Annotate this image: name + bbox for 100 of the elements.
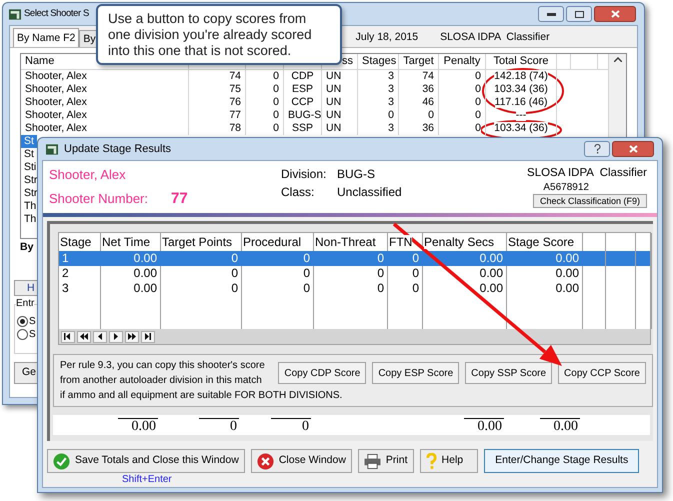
match-name: SLOSA IDPA Classifier xyxy=(440,31,550,44)
help-button[interactable]: Help xyxy=(420,449,478,473)
column-header[interactable]: Name xyxy=(25,55,54,67)
table-cell: 0 xyxy=(231,251,238,265)
radio-button[interactable] xyxy=(17,316,28,327)
save-button[interactable]: Save Totals and Close this Window xyxy=(47,449,245,473)
table-cell: 0.00 xyxy=(480,281,503,295)
callout-text: Use a button to copy scores from one division you're already scored into this one that is not scored. xyxy=(108,11,313,59)
navigation-button[interactable] xyxy=(93,330,107,342)
column-header[interactable]: Stage Score xyxy=(508,235,574,249)
enter-results-button[interactable]: Enter/Change Stage Results xyxy=(484,449,640,473)
table-cell: 74 xyxy=(229,70,241,82)
table-cell: Shooter, Alex xyxy=(25,83,87,95)
scroll-up-icon[interactable] xyxy=(614,57,622,62)
printer-icon xyxy=(364,454,381,468)
last-icon xyxy=(143,332,153,341)
tab[interactable]: By Name F2 xyxy=(13,28,80,47)
column-header[interactable]: Net Time xyxy=(102,235,150,249)
column-header[interactable]: Procedural xyxy=(243,235,302,249)
help-button[interactable] xyxy=(584,141,610,157)
table-cell: 0 xyxy=(412,251,419,265)
member-id: A5678912 xyxy=(543,181,589,194)
table-cell: 0 xyxy=(428,109,434,121)
column-header[interactable]: Total Score xyxy=(493,55,549,67)
copy-note-line: from another autoloader division in this match xyxy=(60,374,262,388)
copy-score-button[interactable]: Copy ESP Score xyxy=(372,362,460,384)
total-value: 0.00 xyxy=(540,418,580,435)
grid-row[interactable]: 3 0.00 0 0 0 0 0.00 0.00 xyxy=(59,281,650,296)
table-cell: 3 xyxy=(388,83,394,95)
table-cell: BUG-S xyxy=(288,109,322,121)
window-title: Update Stage Results xyxy=(64,142,172,157)
check-classification-button[interactable]: Check Classification (F9) xyxy=(532,194,647,208)
print-button[interactable]: Print xyxy=(358,449,414,473)
close-window-button[interactable]: Close Window xyxy=(250,449,352,473)
table-cell: Th xyxy=(24,213,36,225)
table-cell: 0 xyxy=(388,109,394,121)
table-cell: 0 xyxy=(412,266,419,280)
table-cell: 36 xyxy=(422,83,434,95)
table-cell: Str xyxy=(24,187,38,199)
close-button[interactable] xyxy=(612,141,654,157)
column-header[interactable]: Penalty xyxy=(444,55,480,67)
close-icon xyxy=(256,452,274,470)
navigation-button[interactable] xyxy=(141,330,155,342)
radio-button[interactable] xyxy=(17,329,28,340)
column-header[interactable]: FTN xyxy=(389,235,412,249)
table-cell: 0.00 xyxy=(480,266,503,280)
table-cell: SSP xyxy=(292,122,313,134)
table-cell: 78 xyxy=(229,122,241,134)
maximize-icon xyxy=(574,10,584,18)
app-icon xyxy=(46,144,58,154)
table-cell: 117.16 (46) xyxy=(494,96,548,108)
table-cell: 0 xyxy=(475,83,481,95)
copy-score-button[interactable]: Copy CCP Score xyxy=(558,362,646,384)
close-icon xyxy=(610,10,620,18)
column-header[interactable]: Stage xyxy=(60,235,92,249)
column-header[interactable]: Non-Threat xyxy=(315,235,376,249)
double-right-icon xyxy=(127,332,137,341)
table-cell: CCP xyxy=(291,96,314,108)
table-cell: 0 xyxy=(273,96,279,108)
table-cell: 3 xyxy=(388,70,394,82)
shooter-number: 77 xyxy=(171,189,188,209)
navigation-button[interactable] xyxy=(125,330,139,342)
column-header[interactable]: Penalty Secs xyxy=(424,235,494,249)
table-cell: 0 xyxy=(231,281,238,295)
shooter-name: Shooter, Alex xyxy=(49,166,126,183)
table-cell: 0.00 xyxy=(556,266,579,280)
radio-label: S xyxy=(29,328,36,340)
column-header[interactable]: ss xyxy=(342,55,353,67)
button[interactable]: H xyxy=(14,280,37,296)
minimize-button[interactable] xyxy=(538,6,564,22)
table-cell: 0.00 xyxy=(134,281,157,295)
table-cell: 3 xyxy=(388,122,394,134)
table-cell: Shooter, Alex xyxy=(25,109,87,121)
navigation-button[interactable] xyxy=(61,330,75,342)
table-cell: 0 xyxy=(303,251,310,265)
navigation-button[interactable] xyxy=(77,330,91,342)
table-cell: 0.00 xyxy=(134,266,157,280)
column-header[interactable]: Target Points xyxy=(162,235,232,249)
copy-score-button[interactable]: Copy SSP Score xyxy=(465,362,552,384)
table-cell: ESP xyxy=(292,83,313,95)
help-icon xyxy=(594,144,600,154)
close-button[interactable] xyxy=(594,6,636,22)
navigation-button[interactable] xyxy=(109,330,123,342)
close-icon xyxy=(628,145,638,153)
button[interactable]: Ge xyxy=(14,362,37,384)
table-cell: 0 xyxy=(273,109,279,121)
column-header[interactable]: Target xyxy=(403,55,434,67)
table-cell: 2 xyxy=(62,266,69,280)
table-cell: UN xyxy=(326,122,342,134)
maximize-button[interactable] xyxy=(566,6,592,22)
table-cell: 46 xyxy=(422,96,434,108)
window-title: Select Shooter S xyxy=(24,6,89,21)
table-cell: 0 xyxy=(412,281,419,295)
grid-row[interactable]: 2 0.00 0 0 0 0 0.00 0.00 xyxy=(59,266,650,281)
table-cell: 3 xyxy=(62,281,69,295)
column-header[interactable]: Stages xyxy=(362,55,396,67)
copy-score-button[interactable]: Copy CDP Score xyxy=(278,362,366,384)
table-cell: 0 xyxy=(377,266,384,280)
grid-row[interactable]: 1 0.00 0 0 0 0 0.00 0.00 xyxy=(59,251,650,266)
sort-label: By xyxy=(20,241,34,254)
